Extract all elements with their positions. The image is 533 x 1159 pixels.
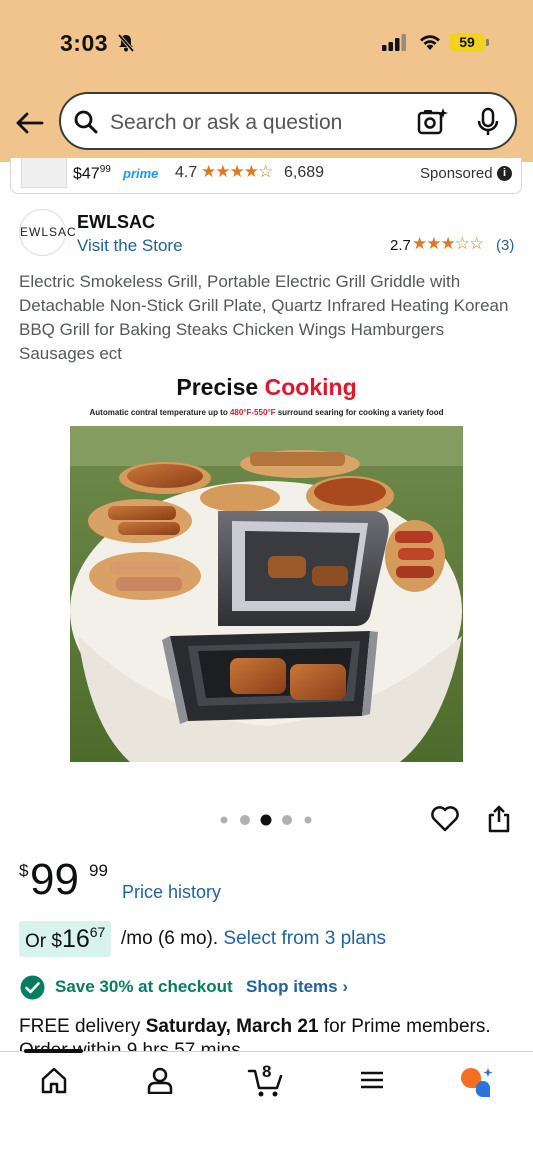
carousel-dots[interactable] (217, 813, 317, 827)
heart-icon[interactable] (430, 804, 460, 834)
carousel-dot-1 (220, 816, 228, 824)
wifi-icon (420, 35, 440, 50)
price-currency: $ (19, 861, 29, 880)
product-title: Electric Smokeless Grill, Portable Elect… (19, 272, 509, 363)
brand-logo[interactable]: EWLSAC (19, 209, 76, 256)
search-input[interactable]: Search or ask a question (110, 111, 342, 135)
battery-level: 59 (459, 34, 475, 50)
menu-icon[interactable] (358, 1066, 386, 1094)
back-arrow-icon[interactable] (14, 106, 48, 140)
price-fraction: 99 (89, 861, 108, 880)
checkmark-icon (20, 975, 45, 1000)
select-plans-link[interactable]: Select from 3 plans (223, 928, 386, 949)
delivery-info: FREE delivery Saturday, March 21 for Pri… (19, 1016, 491, 1037)
cellular-signal-icon (382, 34, 406, 51)
prime-badge: prime (123, 166, 159, 181)
hero-headline: Precise Cooking (176, 374, 357, 400)
ad-product-thumbnail[interactable] (21, 158, 67, 188)
ad-review-count: 6,689 (284, 164, 325, 181)
coupon-savings-text: Save 30% at checkout (55, 977, 233, 996)
rufus-ai-icon[interactable] (458, 1066, 496, 1100)
carousel-dot-2 (240, 815, 250, 825)
price-whole: 99 (30, 855, 79, 904)
price-history-link[interactable]: Price history (122, 882, 221, 903)
installment-text: /mo (6 mo). Select from 3 plans (121, 928, 387, 949)
cart-icon[interactable] (247, 1066, 285, 1098)
brand-name: EWLSAC (77, 212, 155, 232)
camera-search-icon[interactable] (416, 106, 448, 138)
installment-badge: Or $1667 (19, 921, 112, 957)
search-icon (74, 110, 98, 134)
clock: 3:03 (60, 30, 109, 56)
ad-price: $4799 (73, 164, 111, 183)
store-review-count[interactable]: (3) (496, 237, 514, 254)
active-tab-indicator (24, 1049, 83, 1053)
carousel-dot-3 (260, 814, 272, 826)
carousel-dot-4 (282, 815, 292, 825)
profile-icon[interactable] (146, 1066, 174, 1094)
share-icon[interactable] (486, 804, 512, 834)
status-bar: 3:03 59 (0, 0, 533, 90)
carousel-dot-5 (304, 816, 312, 824)
silent-bell-icon (117, 33, 135, 53)
visit-store-link[interactable]: Visit the Store (77, 236, 183, 256)
sponsored-label: Sponsored (420, 165, 493, 182)
sponsored-ad-strip[interactable]: $4799 prime 4.7 ★★★★☆ 6,689 Sponsored i (10, 158, 522, 194)
product-image[interactable]: Precise Cooking Automatic contral temper… (70, 372, 463, 762)
ad-stars: ★★★★☆ (201, 162, 273, 181)
bottom-tab-bar: 8 (0, 1049, 533, 1159)
store-stars[interactable]: ★★★☆☆ (412, 234, 484, 254)
info-icon[interactable]: i (497, 166, 512, 181)
battery-indicator: 59 (449, 33, 485, 52)
shop-items-link[interactable]: Shop items › (246, 977, 348, 997)
microphone-icon[interactable] (475, 107, 501, 137)
battery-tip (486, 39, 489, 46)
grill-photo (70, 426, 463, 762)
search-bar[interactable]: Search or ask a question (59, 92, 517, 150)
home-icon[interactable] (40, 1066, 68, 1094)
ad-rating: 4.7 (175, 164, 198, 181)
store-rating[interactable]: 2.7 (390, 237, 411, 254)
hero-subheadline: Automatic contral temperature up to 480°… (89, 408, 444, 417)
